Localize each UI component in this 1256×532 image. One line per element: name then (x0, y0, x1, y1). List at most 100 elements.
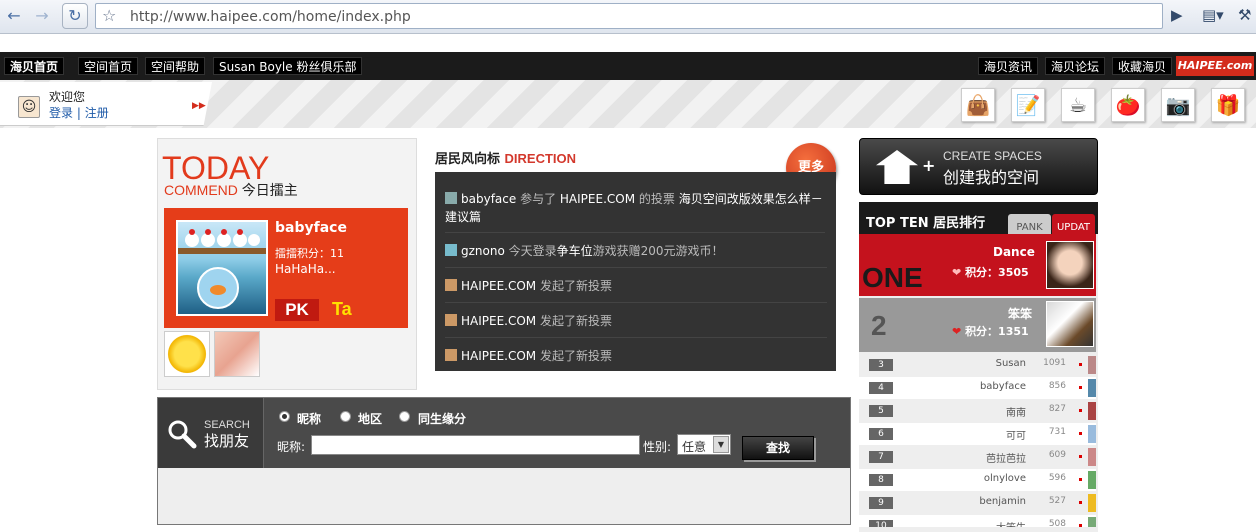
heart-icon: ❤ (952, 325, 962, 338)
rank-number: 3 (869, 359, 893, 371)
create-spaces-cn: 创建我的空间 (943, 168, 1040, 187)
chevron-down-icon[interactable]: ▼ (713, 436, 729, 453)
nav-space-help[interactable]: 空间帮助 (145, 57, 206, 75)
link-separator: | (76, 106, 81, 120)
back-arrow-icon[interactable]: ← (2, 5, 26, 27)
rank-avatar[interactable] (1088, 425, 1096, 443)
expand-arrow-icon[interactable]: ▶▶ (192, 101, 206, 111)
feed-user[interactable]: gznono (461, 244, 505, 258)
feed-user[interactable]: HAIPEE.COM (461, 314, 536, 328)
feed-user[interactable]: babyface (461, 192, 516, 206)
rank-number: 10 (869, 520, 893, 527)
rank-first-score-value: 积分：3505 (965, 266, 1029, 279)
radio-nickname-label: 昵称 (297, 412, 322, 426)
magnifier-icon (166, 418, 198, 450)
feed-user[interactable]: HAIPEE.COM (461, 349, 536, 363)
rank-name[interactable]: benjamin (979, 496, 1026, 507)
nickname-input[interactable] (311, 435, 640, 455)
rank-avatar[interactable] (1088, 379, 1096, 397)
camera-icon[interactable]: 📷 (1161, 88, 1195, 122)
rank-first-avatar[interactable] (1046, 241, 1094, 289)
rank-score: 731 (1048, 427, 1066, 437)
commend-user-photo[interactable] (176, 220, 268, 316)
nav-space-home[interactable]: 空间首页 (78, 57, 139, 75)
gender-select[interactable]: 任意 ▼ (677, 434, 731, 455)
find-button[interactable]: 查找 (742, 436, 814, 460)
rank-avatar[interactable] (1088, 448, 1096, 466)
page-menu-icon[interactable]: ▤▾ (1202, 6, 1224, 24)
nav-haipee-news[interactable]: 海贝资讯 (978, 57, 1039, 75)
table-row[interactable]: 9 benjamin 527 (859, 492, 1096, 514)
table-row[interactable]: 3 Susan 1091 (859, 354, 1096, 376)
rank-avatar[interactable] (1088, 356, 1096, 374)
rank-name[interactable]: 南南 (1006, 404, 1026, 419)
address-url[interactable]: http://www.haipee.com/home/index.php (130, 9, 411, 25)
commend-heading: COMMEND 今日擂主 (164, 180, 298, 200)
feed-text2: 游戏获赠200元游戏币！ (592, 244, 724, 258)
radio-nickname[interactable] (279, 411, 290, 422)
table-row[interactable]: 8 olnylove 596 (859, 469, 1096, 491)
rank-avatar[interactable] (1088, 494, 1096, 512)
rank-first-name[interactable]: Dance (993, 245, 1035, 259)
rank-second-avatar[interactable] (1046, 301, 1094, 347)
commend-username[interactable]: babyface (275, 220, 347, 236)
bookmark-star-icon[interactable]: ☆ (102, 6, 116, 25)
feed-target[interactable]: 争车位 (557, 244, 593, 258)
wrench-icon[interactable]: ⚒ (1238, 6, 1251, 24)
rank-avatar[interactable] (1088, 402, 1096, 420)
cup-icon[interactable]: ☕ (1061, 88, 1095, 122)
tab-update[interactable]: UPDAT (1052, 214, 1095, 234)
rank-second-name[interactable]: 笨笨 (1008, 305, 1032, 322)
rank-number: 4 (869, 382, 893, 394)
direction-title-cn: 居民风向标 (435, 151, 501, 166)
nav-bookmark-haipee[interactable]: 收藏海贝 (1112, 57, 1173, 75)
computer-icon (445, 192, 457, 204)
feed-target[interactable]: HAIPEE.COM (560, 192, 635, 206)
rank-second-score-value: 积分：1351 (965, 325, 1029, 338)
nav-susan-boyle-club[interactable]: Susan Boyle 粉丝俱乐部 (213, 57, 363, 75)
register-link[interactable]: 注册 (85, 106, 109, 120)
notepad-icon[interactable]: 📝 (1011, 88, 1045, 122)
rank-name[interactable]: babyface (980, 381, 1026, 392)
shopping-bag-icon[interactable]: 👜 (961, 88, 995, 122)
ta-label[interactable]: Ta (332, 299, 352, 320)
bullet-icon (1079, 478, 1082, 481)
rank-number: 9 (869, 497, 893, 509)
nav-haipee-forum[interactable]: 海贝论坛 (1045, 57, 1106, 75)
go-arrow-icon[interactable]: ▶ (1171, 6, 1183, 24)
table-row[interactable]: 7 芭拉芭拉 609 (859, 446, 1096, 468)
gift-icon[interactable]: 🎁 (1211, 88, 1245, 122)
browser-toolbar: ← → ↻ ☆ http://www.haipee.com/home/index… (0, 0, 1256, 34)
reload-icon[interactable]: ↻ (62, 3, 88, 29)
table-row[interactable]: 6 可可 731 (859, 423, 1096, 445)
forward-arrow-icon[interactable]: → (30, 5, 54, 27)
radio-birth-fate[interactable] (399, 411, 410, 422)
table-row[interactable]: 10 大笨牛 508 (859, 515, 1096, 527)
rank-name[interactable]: 可可 (1006, 427, 1026, 442)
radio-region[interactable] (340, 411, 351, 422)
rank-name[interactable]: Susan (996, 358, 1026, 369)
gender-selected-value: 任意 (682, 440, 707, 454)
baby-feet-thumbnail[interactable] (214, 331, 260, 377)
table-row[interactable]: 5 南南 827 (859, 400, 1096, 422)
nav-haipee-home[interactable]: 海贝首页 (4, 57, 65, 75)
rank-avatar[interactable] (1088, 471, 1096, 489)
radio-region-label: 地区 (358, 412, 383, 426)
rank-avatar[interactable] (1088, 517, 1096, 527)
fruit-icon[interactable]: 🍅 (1111, 88, 1145, 122)
haipee-logo[interactable]: HAIPEE.com (1176, 56, 1254, 76)
smiley-thumbnail[interactable] (164, 331, 210, 377)
user-avatar-icon: ☺ (18, 96, 40, 118)
rank-name[interactable]: olnylove (984, 473, 1026, 484)
address-bar[interactable]: ☆ http://www.haipee.com/home/index.php (95, 3, 1163, 29)
table-row[interactable]: 4 babyface 856 (859, 377, 1096, 399)
feed-text: 发起了新投票 (536, 314, 612, 328)
pk-button[interactable]: PK (275, 299, 319, 321)
feed-user[interactable]: HAIPEE.COM (461, 279, 536, 293)
tab-rank[interactable]: PANK (1008, 214, 1051, 234)
rank-name[interactable]: 大笨牛 (996, 519, 1026, 527)
bullet-icon (1079, 409, 1082, 412)
login-link[interactable]: 登录 (49, 106, 73, 120)
direction-title: 居民风向标 DIRECTION (435, 148, 576, 167)
rank-name[interactable]: 芭拉芭拉 (986, 450, 1026, 465)
